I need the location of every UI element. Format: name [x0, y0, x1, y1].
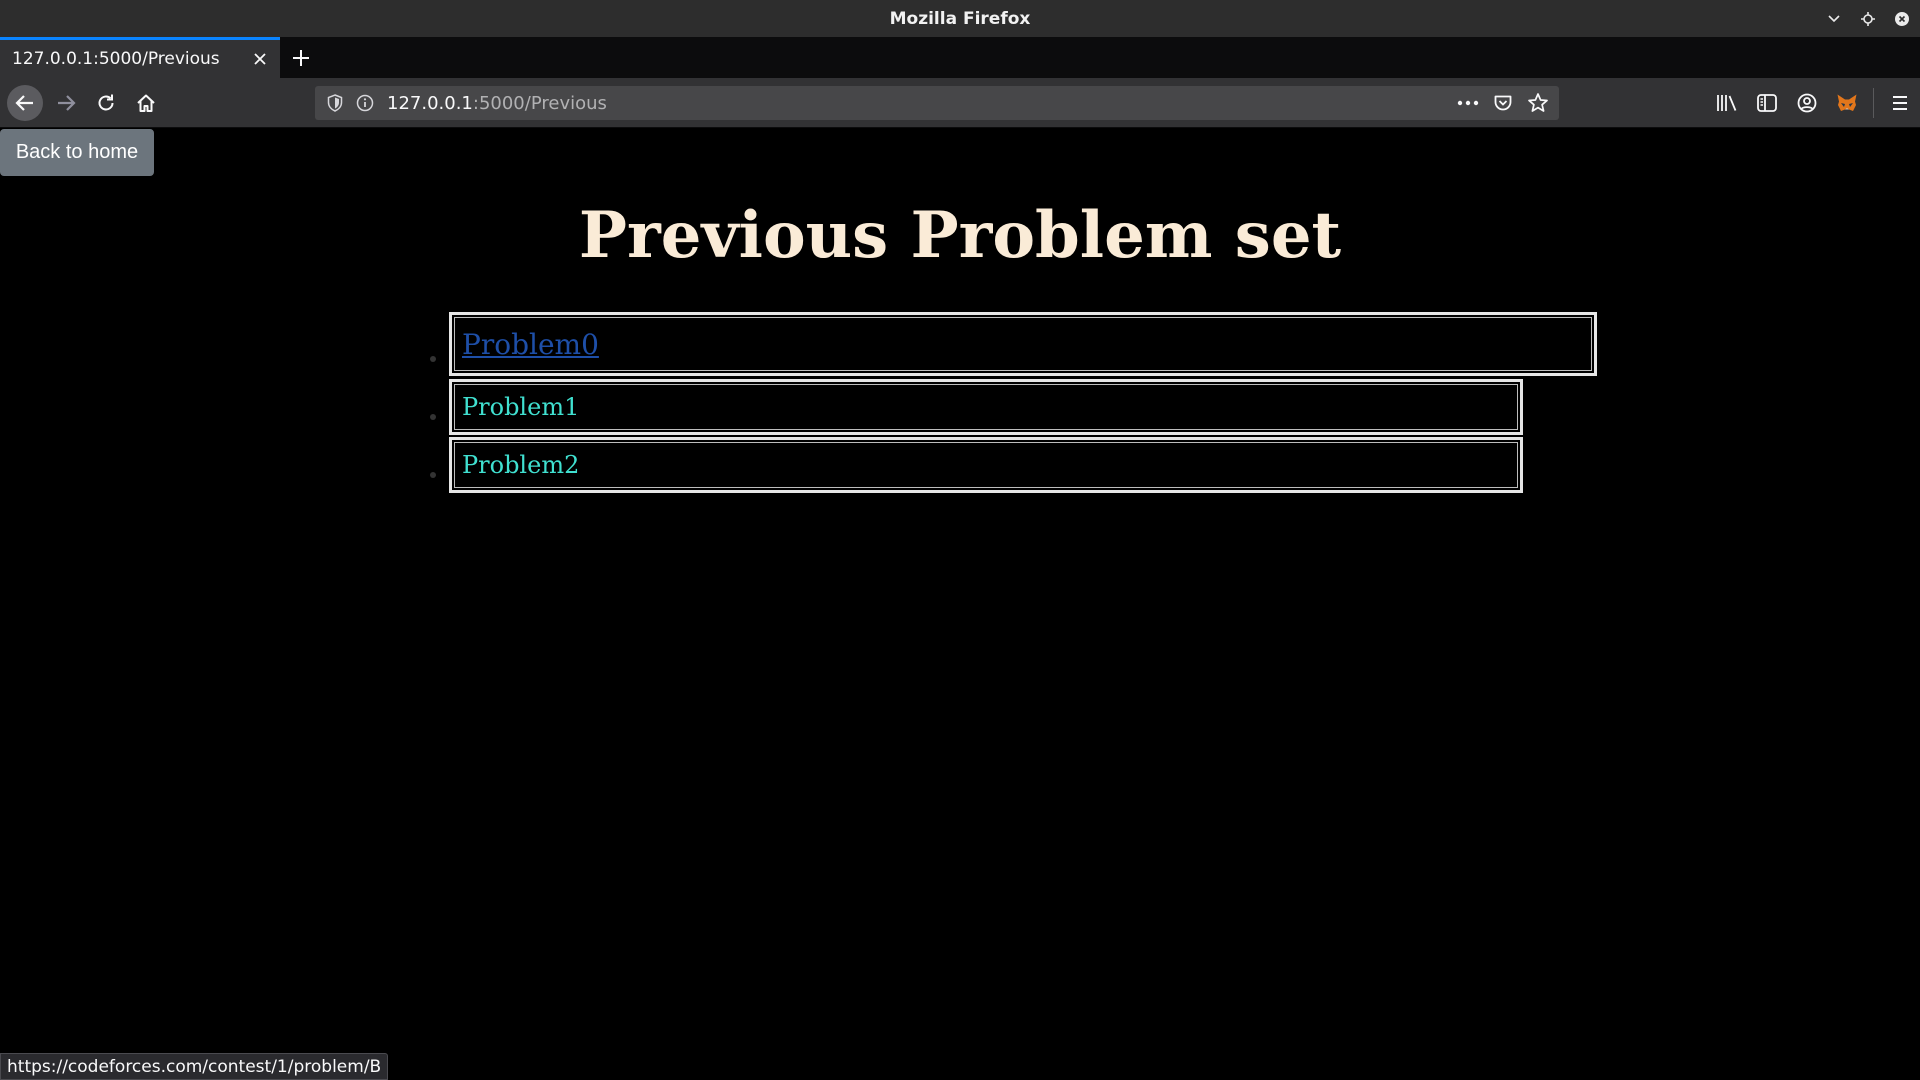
- pocket-icon[interactable]: [1493, 93, 1513, 113]
- problem-link-2[interactable]: Problem2: [462, 451, 579, 479]
- reload-icon[interactable]: [88, 85, 124, 121]
- account-icon[interactable]: [1787, 83, 1827, 123]
- tab-label: 127.0.0.1:5000/Previous: [12, 49, 220, 69]
- problem-link-0[interactable]: Problem0: [462, 328, 599, 361]
- restore-icon[interactable]: [1860, 11, 1876, 27]
- list-bullet: [430, 472, 436, 478]
- status-bar-link-preview: https://codeforces.com/contest/1/problem…: [0, 1053, 389, 1080]
- page-content: Back to home Previous Problem set Proble…: [0, 128, 1920, 1080]
- url-path: :5000/Previous: [472, 92, 607, 114]
- toolbar-separator: [1873, 88, 1874, 118]
- url-text[interactable]: 127.0.0.1:5000/Previous: [387, 86, 607, 120]
- tab-strip: 127.0.0.1:5000/Previous: [0, 37, 1920, 78]
- window-title: Mozilla Firefox: [889, 8, 1031, 29]
- sidebar-icon[interactable]: [1747, 83, 1787, 123]
- bookmark-star-icon[interactable]: [1527, 92, 1549, 114]
- list-bullet: [430, 414, 436, 420]
- url-bar[interactable]: 127.0.0.1:5000/Previous: [315, 86, 1559, 120]
- problem-item-1[interactable]: Problem1: [449, 379, 1523, 435]
- hamburger-menu-icon[interactable]: [1880, 83, 1920, 123]
- list-bullet: [430, 356, 436, 362]
- toolbar-right: [1707, 78, 1920, 128]
- forward-arrow-icon[interactable]: [48, 85, 84, 121]
- url-host: 127.0.0.1: [387, 92, 473, 114]
- tab-previous[interactable]: 127.0.0.1:5000/Previous: [0, 37, 280, 78]
- close-tab-icon[interactable]: [250, 49, 270, 69]
- problem-link-1[interactable]: Problem1: [462, 393, 579, 421]
- problem-item-0[interactable]: Problem0: [449, 312, 1597, 376]
- back-arrow-icon[interactable]: [7, 85, 43, 121]
- window-controls: [1826, 0, 1910, 37]
- home-icon[interactable]: [128, 85, 164, 121]
- navigation-toolbar: 127.0.0.1:5000/Previous: [0, 78, 1920, 128]
- problem-item-2[interactable]: Problem2: [449, 437, 1523, 493]
- close-window-icon[interactable]: [1894, 11, 1910, 27]
- shield-icon[interactable]: [325, 93, 345, 113]
- window-titlebar: Mozilla Firefox: [0, 0, 1920, 37]
- more-dots-icon[interactable]: [1457, 100, 1479, 106]
- minimize-icon[interactable]: [1826, 11, 1842, 27]
- back-to-home-button[interactable]: Back to home: [0, 129, 154, 176]
- info-icon[interactable]: [355, 93, 375, 113]
- url-actions: [1457, 86, 1549, 120]
- page-title: Previous Problem set: [578, 198, 1342, 273]
- new-tab-plus-icon[interactable]: [288, 45, 314, 71]
- library-icon[interactable]: [1707, 83, 1747, 123]
- metamask-fox-icon[interactable]: [1827, 83, 1867, 123]
